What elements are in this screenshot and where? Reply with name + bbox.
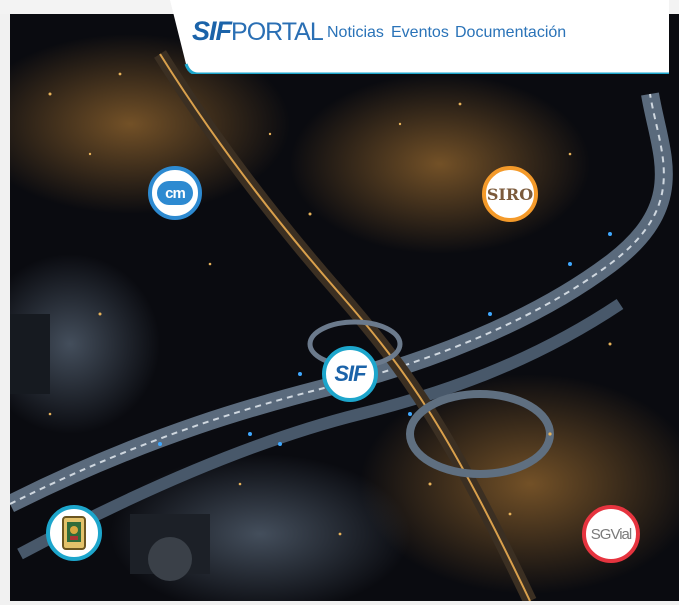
siro-logo: SIRO (486, 184, 534, 204)
logo-sif-text: SIF (192, 16, 232, 46)
cm-app-button[interactable]: cm (148, 166, 202, 220)
nav-link-documentacion[interactable]: Documentación (455, 24, 566, 42)
sif-app-button[interactable]: SIF (322, 346, 378, 402)
sgvial-logo: SGVial (590, 525, 632, 543)
cm-logo: cm (157, 181, 193, 205)
site-logo[interactable]: SIFPORTAL (192, 16, 324, 47)
logo-portal-text: PORTAL (231, 18, 324, 46)
sif-logo: SIF (334, 361, 366, 386)
nav-link-eventos[interactable]: Eventos (391, 24, 449, 42)
hero-background (10, 14, 679, 601)
nav-link-noticias[interactable]: Noticias (327, 24, 384, 42)
siro-app-button[interactable]: SIRO (482, 166, 538, 222)
city-seal-app-button[interactable] (46, 505, 102, 561)
sgvial-app-button[interactable]: SGVial (582, 505, 640, 563)
night-city-aerial-image (10, 14, 679, 601)
city-seal-icon (62, 516, 86, 550)
